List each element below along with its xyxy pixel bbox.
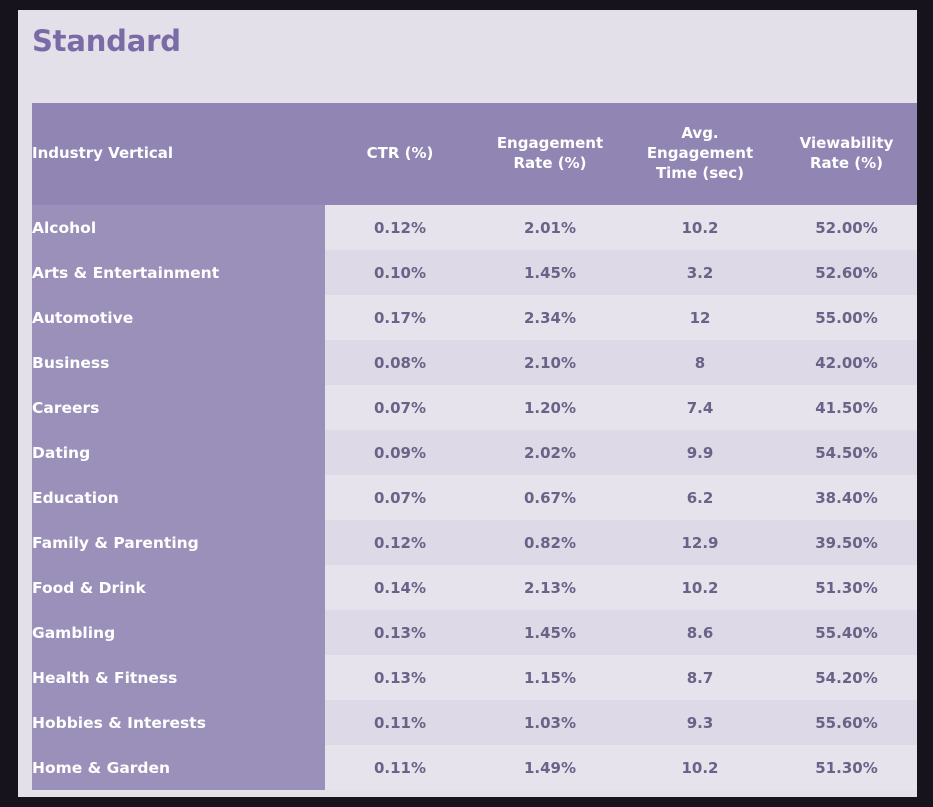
window-frame: Standard Industry Vertical CTR (%) Engag… xyxy=(0,0,933,807)
column-header-engagement-rate[interactable]: Engagement Rate (%) xyxy=(475,103,625,205)
table-row[interactable]: Family & Parenting 0.12% 0.82% 12.9 39.50% xyxy=(32,520,917,565)
cell-avg-engagement-time: 8.6 xyxy=(625,610,775,655)
cell-engagement-rate: 2.34% xyxy=(475,295,625,340)
column-header-engagement-rate-line-1: Engagement xyxy=(496,134,604,153)
cell-viewability-rate: 54.20% xyxy=(775,655,917,700)
cell-engagement-rate: 1.45% xyxy=(475,250,625,295)
cell-engagement-rate: 2.10% xyxy=(475,340,625,385)
column-header-avg-engagement-time-line-3: Time (sec) xyxy=(655,163,745,182)
cell-viewability-rate: 52.60% xyxy=(775,250,917,295)
table-row[interactable]: Careers 0.07% 1.20% 7.4 41.50% xyxy=(32,385,917,430)
cell-ctr: 0.14% xyxy=(325,565,475,610)
table-row[interactable]: Automotive 0.17% 2.34% 12 55.00% xyxy=(32,295,917,340)
cell-engagement-rate: 0.67% xyxy=(475,475,625,520)
cell-ctr: 0.08% xyxy=(325,340,475,385)
cell-viewability-rate: 55.00% xyxy=(775,295,917,340)
cell-avg-engagement-time: 9.9 xyxy=(625,430,775,475)
table-row[interactable]: Hobbies & Interests 0.11% 1.03% 9.3 55.60% xyxy=(32,700,917,745)
table-body: Alcohol 0.12% 2.01% 10.2 52.00% Arts & Entert… xyxy=(32,205,917,790)
cell-industry-vertical: Education xyxy=(32,475,325,520)
cell-ctr: 0.11% xyxy=(325,745,475,790)
cell-engagement-rate: 1.49% xyxy=(475,745,625,790)
cell-avg-engagement-time: 12.9 xyxy=(625,520,775,565)
cell-industry-vertical: Careers xyxy=(32,385,325,430)
column-header-avg-engagement-time-line-2: Engagement xyxy=(646,144,754,163)
cell-avg-engagement-time: 8 xyxy=(625,340,775,385)
table-row[interactable]: Business 0.08% 2.10% 8 42.00% xyxy=(32,340,917,385)
cell-ctr: 0.07% xyxy=(325,475,475,520)
cell-engagement-rate: 2.01% xyxy=(475,205,625,250)
column-header-engagement-rate-line-2: Rate (%) xyxy=(513,154,587,172)
cell-industry-vertical: Business xyxy=(32,340,325,385)
cell-viewability-rate: 54.50% xyxy=(775,430,917,475)
column-header-industry-vertical[interactable]: Industry Vertical xyxy=(32,103,325,205)
content-panel: Standard Industry Vertical CTR (%) Engag… xyxy=(18,10,917,797)
cell-engagement-rate: 0.82% xyxy=(475,520,625,565)
table-row[interactable]: Arts & Entertainment 0.10% 1.45% 3.2 52.60% xyxy=(32,250,917,295)
cell-avg-engagement-time: 10.2 xyxy=(625,565,775,610)
column-header-viewability-rate-line-1: Viewability xyxy=(799,134,894,153)
cell-avg-engagement-time: 3.2 xyxy=(625,250,775,295)
cell-industry-vertical: Arts & Entertainment xyxy=(32,250,325,295)
cell-avg-engagement-time: 8.7 xyxy=(625,655,775,700)
cell-industry-vertical: Home & Garden xyxy=(32,745,325,790)
cell-ctr: 0.12% xyxy=(325,205,475,250)
cell-avg-engagement-time: 12 xyxy=(625,295,775,340)
cell-industry-vertical: Hobbies & Interests xyxy=(32,700,325,745)
column-header-ctr-line-1: CTR (%) xyxy=(366,144,434,163)
cell-industry-vertical: Health & Fitness xyxy=(32,655,325,700)
table-row[interactable]: Gambling 0.13% 1.45% 8.6 55.40% xyxy=(32,610,917,655)
cell-viewability-rate: 39.50% xyxy=(775,520,917,565)
table-row[interactable]: Food & Drink 0.14% 2.13% 10.2 51.30% xyxy=(32,565,917,610)
cell-ctr: 0.13% xyxy=(325,655,475,700)
cell-ctr: 0.13% xyxy=(325,610,475,655)
column-header-viewability-rate-line-2: Rate (%) xyxy=(810,154,883,172)
cell-avg-engagement-time: 7.4 xyxy=(625,385,775,430)
cell-ctr: 0.07% xyxy=(325,385,475,430)
cell-industry-vertical: Dating xyxy=(32,430,325,475)
column-header-ctr[interactable]: CTR (%) xyxy=(325,103,475,205)
cell-avg-engagement-time: 10.2 xyxy=(625,205,775,250)
cell-industry-vertical: Gambling xyxy=(32,610,325,655)
cell-ctr: 0.09% xyxy=(325,430,475,475)
table-header: Industry Vertical CTR (%) Engagement Rat… xyxy=(32,103,917,205)
cell-viewability-rate: 55.60% xyxy=(775,700,917,745)
cell-viewability-rate: 55.40% xyxy=(775,610,917,655)
table-row[interactable]: Health & Fitness 0.13% 1.15% 8.7 54.20% xyxy=(32,655,917,700)
cell-avg-engagement-time: 10.2 xyxy=(625,745,775,790)
cell-viewability-rate: 52.00% xyxy=(775,205,917,250)
cell-engagement-rate: 1.15% xyxy=(475,655,625,700)
cell-industry-vertical: Automotive xyxy=(32,295,325,340)
cell-viewability-rate: 38.40% xyxy=(775,475,917,520)
column-header-avg-engagement-time-line-1: Avg. xyxy=(681,124,719,143)
table-row[interactable]: Home & Garden 0.11% 1.49% 10.2 51.30% xyxy=(32,745,917,790)
cell-engagement-rate: 2.02% xyxy=(475,430,625,475)
table-row[interactable]: Dating 0.09% 2.02% 9.9 54.50% xyxy=(32,430,917,475)
cell-industry-vertical: Alcohol xyxy=(32,205,325,250)
cell-viewability-rate: 51.30% xyxy=(775,745,917,790)
cell-engagement-rate: 2.13% xyxy=(475,565,625,610)
cell-industry-vertical: Family & Parenting xyxy=(32,520,325,565)
cell-ctr: 0.17% xyxy=(325,295,475,340)
table-row[interactable]: Alcohol 0.12% 2.01% 10.2 52.00% xyxy=(32,205,917,250)
cell-viewability-rate: 42.00% xyxy=(775,340,917,385)
cell-engagement-rate: 1.45% xyxy=(475,610,625,655)
cell-industry-vertical: Food & Drink xyxy=(32,565,325,610)
page-title: Standard xyxy=(32,24,181,58)
metrics-table: Industry Vertical CTR (%) Engagement Rat… xyxy=(32,103,917,790)
cell-viewability-rate: 41.50% xyxy=(775,385,917,430)
cell-viewability-rate: 51.30% xyxy=(775,565,917,610)
column-header-viewability-rate[interactable]: Viewability Rate (%) xyxy=(775,103,917,205)
cell-ctr: 0.10% xyxy=(325,250,475,295)
table-header-row: Industry Vertical CTR (%) Engagement Rat… xyxy=(32,103,917,205)
table-row[interactable]: Education 0.07% 0.67% 6.2 38.40% xyxy=(32,475,917,520)
cell-avg-engagement-time: 9.3 xyxy=(625,700,775,745)
cell-avg-engagement-time: 6.2 xyxy=(625,475,775,520)
cell-engagement-rate: 1.03% xyxy=(475,700,625,745)
cell-engagement-rate: 1.20% xyxy=(475,385,625,430)
cell-ctr: 0.11% xyxy=(325,700,475,745)
cell-ctr: 0.12% xyxy=(325,520,475,565)
column-header-avg-engagement-time[interactable]: Avg. Engagement Time (sec) xyxy=(625,103,775,205)
